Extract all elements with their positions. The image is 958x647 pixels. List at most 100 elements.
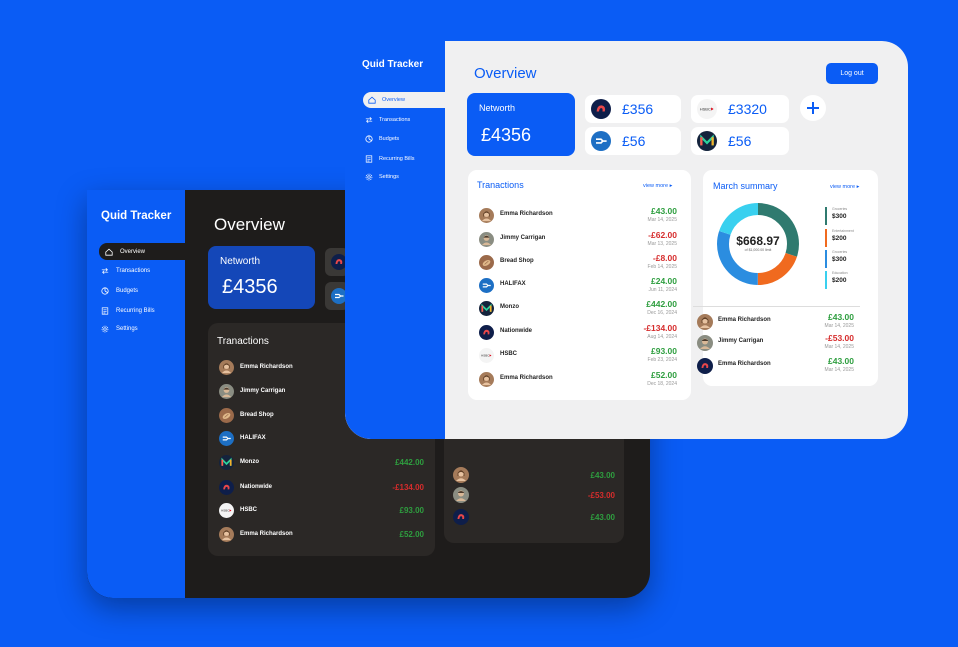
transactions-card: Tranactions view more ▸ Emma Richardson … [468,170,691,400]
halifax-icon [591,131,611,151]
list-item[interactable]: £43.00 [453,508,615,526]
list-item[interactable]: Monzo £442.00 [219,453,424,471]
list-item[interactable]: Nationwide -£134.00 [219,478,424,496]
bread-icon [479,255,494,270]
table-row[interactable]: HSBC £93.00 Feb 23, 2024 [479,346,677,366]
transaction-name: Jimmy Carrigan [718,338,764,344]
account-card[interactable]: £56 [585,127,681,155]
transaction-amount: £93.00 [399,505,424,515]
nav-label: Recurring Bills [379,155,415,162]
nav-overview[interactable]: Overview [99,243,185,260]
transaction-amount: -£53.00 [587,490,615,500]
avatar [219,360,234,375]
account-card[interactable]: £3320 [691,95,789,123]
transaction-amount: -£134.00 [392,482,424,492]
avatar [479,372,494,387]
summary-title: March summary [713,181,778,191]
transaction-amount: -£53.00 [825,333,854,343]
nav-settings[interactable]: Settings [101,321,138,337]
table-row[interactable]: Nationwide -£134.00 Aug 14, 2024 [479,323,677,343]
avatar [219,384,234,399]
account-card[interactable]: £356 [585,95,681,123]
transaction-date: Jun 11, 2024 [648,287,677,293]
networth-card[interactable]: Networth £4356 [208,246,315,309]
avatar [453,487,469,503]
transactions-title: Tranactions [217,336,269,347]
legend-item: Groceries $300 [825,250,875,268]
table-row[interactable]: Monzo £442.00 Dec 16, 2024 [479,299,677,319]
transaction-name: HALIFAX [500,281,526,287]
light-app-window: Quid Tracker Overview Transactions Budge… [345,41,908,439]
table-row[interactable]: Emma Richardson £43.00 Mar 14, 2025 [479,206,677,226]
home-icon [105,248,113,256]
account-amount: £56 [622,133,646,149]
transaction-amount: £93.00 [651,346,677,356]
brand-logo: Quid Tracker [362,59,424,70]
nav-transactions[interactable]: Transactions [101,263,150,279]
transaction-name: Emma Richardson [718,361,771,367]
bread-icon [219,408,234,423]
legend-value: $200 [832,277,847,284]
nav-overview[interactable]: Overview [363,92,445,108]
table-row[interactable]: Emma Richardson £52.00 Dec 18, 2024 [479,370,677,390]
add-account-button[interactable] [800,95,826,121]
transaction-name: Emma Richardson [718,317,771,323]
home-icon [368,96,376,104]
list-item[interactable]: £43.00 [453,466,615,484]
document-icon [365,155,373,163]
nav-label: Budgets [379,135,400,142]
nav-label: Settings [379,173,399,180]
transaction-amount: £442.00 [395,457,424,467]
transaction-amount: £43.00 [828,356,854,366]
table-row[interactable]: Jimmy Carrigan -£62.00 Mar 13, 2025 [479,230,677,250]
page-title: Overview [214,215,285,234]
nationwide-icon [479,325,494,340]
nav-label: Overview [120,248,146,255]
nationwide-icon [591,99,611,119]
nav-budgets[interactable]: Budgets [101,283,138,299]
nav-label: Transactions [379,116,411,123]
transaction-amount: -£134.00 [643,323,677,333]
nav-recurring-bills[interactable]: Recurring Bills [365,151,414,166]
view-more-link[interactable]: view more ▸ [830,184,859,190]
nav-label: Transactions [116,268,151,274]
monzo-icon [479,301,494,316]
list-item[interactable]: -£53.00 [453,486,615,504]
nav-budgets[interactable]: Budgets [365,131,399,146]
nav-recurring-bills[interactable]: Recurring Bills [101,303,155,319]
transaction-date: Mar 14, 2025 [647,217,677,223]
networth-label: Networth [220,256,261,267]
hsbc-icon [479,348,494,363]
transaction-amount: £43.00 [590,470,615,480]
legend-label: Groceries [832,207,848,211]
account-card[interactable]: £56 [691,127,789,155]
gear-icon [101,325,109,333]
arrows-icon [101,267,109,275]
nav-transactions[interactable]: Transactions [365,112,410,127]
view-more-link[interactable]: view more ▸ [643,183,672,189]
transaction-name: Nationwide [240,484,273,490]
logout-button[interactable]: Log out [826,63,878,84]
table-row[interactable]: Jimmy Carrigan -£53.00 Mar 14, 2025 [697,333,854,353]
list-item[interactable]: HSBC £93.00 [219,501,424,519]
table-row[interactable]: Emma Richardson £43.00 Mar 14, 2025 [697,312,854,332]
transaction-date: Aug 14, 2024 [647,334,677,340]
transaction-name: Jimmy Carrigan [500,235,546,241]
transaction-date: Mar 14, 2025 [824,344,854,350]
networth-card[interactable]: Networth £4356 [467,93,575,156]
summary-limit: of $1,000.00 limit [744,248,772,252]
legend-label: Entertainment [832,229,854,233]
pie-icon [365,135,373,143]
legend-value: $300 [832,213,847,220]
table-row[interactable]: Emma Richardson £43.00 Mar 14, 2025 [697,356,854,376]
transactions-title: Tranactions [477,180,524,190]
list-item[interactable]: Emma Richardson £52.00 [219,525,424,543]
avatar [479,232,494,247]
nav-settings[interactable]: Settings [365,169,399,184]
transaction-amount: £43.00 [828,312,854,322]
transaction-amount: -£62.00 [648,230,677,240]
avatar [697,335,713,351]
transaction-date: Feb 23, 2024 [647,357,677,363]
table-row[interactable]: Bread Shop -£8.00 Feb 14, 2025 [479,253,677,273]
table-row[interactable]: HALIFAX £24.00 Jun 11, 2024 [479,276,677,296]
